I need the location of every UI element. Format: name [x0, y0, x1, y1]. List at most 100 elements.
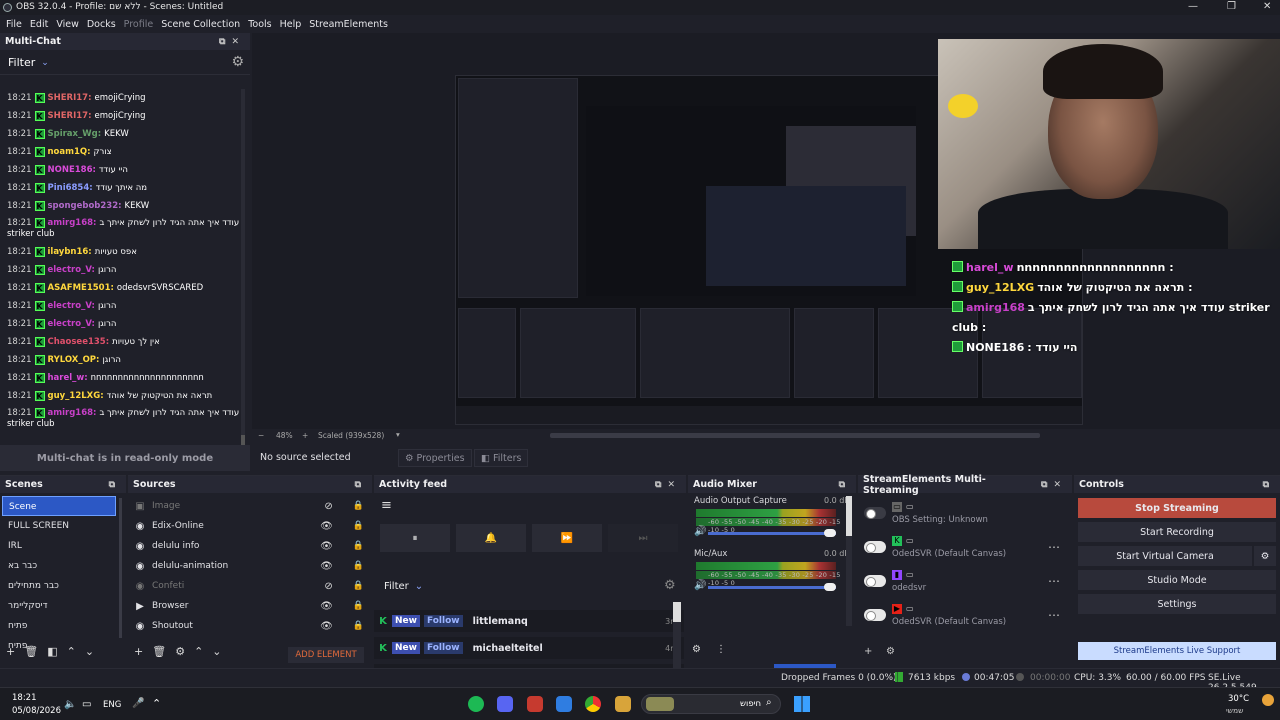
- zoom-dropdown-icon[interactable]: ▾: [396, 430, 400, 439]
- zoom-out-icon[interactable]: −: [258, 431, 264, 440]
- more-icon[interactable]: ⋯: [1048, 540, 1060, 554]
- virtual-camera-settings-button[interactable]: ⚙: [1254, 546, 1276, 566]
- lock-icon[interactable]: 🔒: [353, 541, 364, 551]
- properties-button[interactable]: ⚙ Properties: [398, 449, 472, 467]
- dock-float-icon[interactable]: ⧉: [355, 480, 367, 490]
- source-item[interactable]: ◉ delulu-animation 👁 🔒: [128, 556, 372, 576]
- lock-icon[interactable]: 🔒: [353, 501, 364, 511]
- dock-float-icon[interactable]: ⧉: [839, 480, 851, 490]
- eye-hidden-icon[interactable]: ⊘: [324, 501, 332, 512]
- scene-item[interactable]: כבר בא: [2, 556, 116, 576]
- menu-scene-collection[interactable]: Scene Collection: [161, 19, 240, 30]
- skip-next-button[interactable]: ⏭: [608, 524, 678, 552]
- eye-icon[interactable]: 👁: [320, 601, 333, 612]
- destination-toggle[interactable]: [864, 541, 886, 553]
- scene-item[interactable]: FULL SCREEN: [2, 516, 116, 536]
- lock-icon[interactable]: 🔒: [353, 521, 364, 531]
- more-icon[interactable]: ⋯: [1048, 608, 1060, 622]
- volume-icon[interactable]: 🔈: [64, 699, 76, 710]
- source-item[interactable]: ▶ Browser 👁 🔒: [128, 596, 372, 616]
- lock-icon[interactable]: 🔒: [353, 581, 364, 591]
- gear-icon[interactable]: ⚙: [664, 578, 676, 593]
- activity-scrollbar[interactable]: [673, 602, 681, 672]
- chat-scrollbar[interactable]: [241, 89, 245, 469]
- gear-icon[interactable]: ⚙: [692, 644, 701, 655]
- dock-controls-icon[interactable]: ⧉✕: [1041, 480, 1067, 490]
- eye-icon[interactable]: 👁: [320, 561, 333, 572]
- live-support-button[interactable]: StreamElements Live Support: [1078, 642, 1276, 660]
- chevron-up-icon[interactable]: ⌃: [152, 697, 161, 710]
- spotify-icon[interactable]: [468, 696, 484, 712]
- add-element-button[interactable]: ADD ELEMENT: [288, 647, 364, 663]
- remove-source-icon[interactable]: 🗑: [152, 645, 175, 658]
- maximize-button[interactable]: ❐: [1227, 1, 1236, 12]
- add-destination-icon[interactable]: +: [864, 646, 872, 657]
- scene-filter-icon[interactable]: ◧: [47, 645, 66, 658]
- speaker-icon[interactable]: 🔊: [694, 526, 706, 537]
- stop-streaming-button[interactable]: Stop Streaming: [1078, 498, 1276, 518]
- language-indicator[interactable]: ENG: [103, 700, 121, 710]
- zoom-in-icon[interactable]: +: [302, 431, 308, 440]
- close-window-button[interactable]: ✕: [1263, 1, 1271, 12]
- eye-hidden-icon[interactable]: ⊘: [324, 581, 332, 592]
- lock-icon[interactable]: 🔒: [353, 601, 364, 611]
- dock-float-icon[interactable]: ⧉: [1263, 480, 1275, 490]
- mic-icon[interactable]: 🎤: [132, 698, 144, 709]
- destination-toggle[interactable]: [864, 507, 886, 519]
- eye-icon[interactable]: 👁: [320, 621, 333, 632]
- speaker-icon[interactable]: 🔊: [694, 580, 706, 591]
- menu-docks[interactable]: Docks: [87, 19, 116, 30]
- scene-item[interactable]: פתיח: [2, 616, 116, 636]
- more-icon[interactable]: ⋯: [1048, 574, 1060, 588]
- start-virtual-camera-button[interactable]: Start Virtual Camera: [1078, 546, 1252, 566]
- move-down-icon[interactable]: ⌄: [85, 645, 103, 658]
- menu-help[interactable]: Help: [280, 19, 302, 30]
- gear-icon[interactable]: ⚙: [231, 54, 244, 70]
- filters-button[interactable]: ◧ Filters: [474, 449, 529, 467]
- eye-icon[interactable]: 👁: [320, 521, 333, 532]
- volume-slider[interactable]: [708, 586, 836, 589]
- scene-item[interactable]: Scene: [2, 496, 116, 516]
- audio-scrollbar[interactable]: [846, 496, 852, 626]
- scene-scrollbar[interactable]: [119, 498, 122, 638]
- pause-button[interactable]: ⏸: [380, 524, 450, 552]
- menu-file[interactable]: File: [6, 19, 22, 30]
- minimize-button[interactable]: —: [1188, 1, 1198, 12]
- source-settings-icon[interactable]: ⚙: [175, 645, 194, 658]
- lock-icon[interactable]: 🔒: [353, 561, 364, 571]
- source-item[interactable]: ◉ Edix-Online 👁 🔒: [128, 516, 372, 536]
- scene-item[interactable]: IRL: [2, 536, 116, 556]
- file-explorer-icon[interactable]: [615, 696, 631, 712]
- menu-profile[interactable]: Profile: [124, 19, 154, 30]
- monitor-icon[interactable]: ▭: [82, 699, 91, 710]
- menu-icon[interactable]: ≡: [381, 498, 392, 513]
- volume-knob[interactable]: [823, 529, 836, 537]
- volume-knob[interactable]: [823, 583, 836, 591]
- add-source-icon[interactable]: +: [134, 645, 152, 658]
- windows-start-icon[interactable]: [794, 696, 810, 712]
- source-item[interactable]: ◉ delulu info 👁 🔒: [128, 536, 372, 556]
- activity-row[interactable]: K New Follow littlemanq 3m: [374, 610, 684, 632]
- scene-item[interactable]: דיסקליימר: [2, 596, 116, 616]
- menu-view[interactable]: View: [56, 19, 79, 30]
- multichat-filter[interactable]: Filter ⌄: [0, 51, 250, 75]
- destination-toggle[interactable]: [864, 575, 886, 587]
- start-recording-button[interactable]: Start Recording: [1078, 522, 1276, 542]
- menu-tools[interactable]: Tools: [248, 19, 271, 30]
- activity-row[interactable]: K New Follow michaelteitel 4m: [374, 637, 684, 659]
- add-scene-icon[interactable]: +: [6, 645, 24, 658]
- dock-controls-icon[interactable]: ⧉✕: [219, 37, 245, 47]
- menu-streamelements[interactable]: StreamElements: [309, 19, 388, 30]
- obs-taskbar-icon[interactable]: [527, 696, 543, 712]
- source-item[interactable]: ▣ Image ⊘ 🔒: [128, 496, 372, 516]
- remove-scene-icon[interactable]: 🗑: [24, 645, 47, 658]
- chrome-icon[interactable]: [585, 696, 601, 712]
- move-up-icon[interactable]: ⌃: [67, 645, 85, 658]
- search-box[interactable]: חיפוש ⌕: [641, 694, 781, 714]
- volume-slider[interactable]: [708, 532, 836, 535]
- dock-controls-icon[interactable]: ⧉✕: [655, 480, 681, 490]
- source-item[interactable]: ◉ Shoutout 👁 🔒: [128, 616, 372, 636]
- eye-icon[interactable]: 👁: [320, 541, 333, 552]
- source-item[interactable]: ◉ Confeti ⊘ 🔒: [128, 576, 372, 596]
- move-down-icon[interactable]: ⌄: [212, 645, 230, 658]
